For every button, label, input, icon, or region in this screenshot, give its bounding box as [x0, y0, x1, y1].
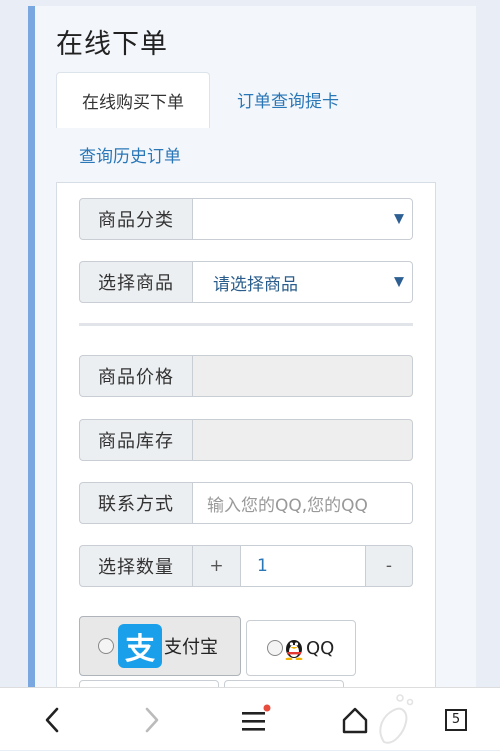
pay-qq-option[interactable]: QQ [246, 620, 356, 676]
category-row: 商品分类 ▼ [79, 198, 413, 240]
category-select[interactable]: ▼ [193, 198, 413, 240]
product-select[interactable]: 请选择商品 ▼ [193, 261, 413, 303]
quantity-row: 选择数量 + 1 - [79, 545, 413, 587]
dropdown-arrow-icon: ▼ [394, 274, 404, 290]
quantity-label: 选择数量 [79, 545, 193, 587]
home-button[interactable] [333, 688, 377, 751]
contact-row: 联系方式 输入您的QQ,您的QQ [79, 482, 413, 524]
forward-arrow-icon [145, 707, 159, 732]
product-row: 选择商品 请选择商品 ▼ [79, 261, 413, 303]
tabs-button[interactable]: 5 [436, 688, 476, 751]
contact-placeholder: 输入您的QQ,您的QQ [207, 495, 368, 516]
menu-button[interactable] [232, 688, 276, 751]
quantity-plus-button[interactable]: + [193, 545, 241, 587]
stock-row: 商品库存 [79, 419, 413, 461]
menu-icon [242, 704, 271, 731]
category-label: 商品分类 [79, 198, 193, 240]
back-button[interactable] [30, 688, 74, 751]
price-label: 商品价格 [79, 355, 193, 397]
home-icon [342, 707, 368, 733]
qq-penguin-icon [285, 640, 303, 660]
product-select-value: 请选择商品 [213, 274, 298, 295]
quantity-minus-button[interactable]: - [365, 545, 413, 587]
watermark-decor [372, 688, 432, 751]
dropdown-arrow-icon: ▼ [394, 211, 404, 227]
qq-label: QQ [306, 637, 335, 659]
alipay-radio[interactable] [98, 638, 114, 654]
footprint-watermark-icon [379, 693, 414, 744]
contact-label: 联系方式 [79, 482, 193, 524]
stock-label: 商品库存 [79, 419, 193, 461]
back-arrow-icon [45, 707, 59, 732]
forward-button[interactable] [130, 688, 174, 751]
page-title: 在线下单 [56, 29, 168, 60]
pay-alipay-option[interactable]: 支 支付宝 [79, 616, 241, 676]
tab-count-badge: 5 [445, 708, 467, 731]
product-label: 选择商品 [79, 261, 193, 303]
tab-buy-online[interactable]: 在线购买下单 [56, 72, 210, 128]
tab-order-history[interactable]: 查询历史订单 [79, 142, 181, 167]
alipay-logo-icon: 支 [118, 624, 162, 668]
contact-input[interactable]: 输入您的QQ,您的QQ [193, 482, 413, 524]
quantity-input[interactable]: 1 [241, 545, 365, 587]
form-divider [79, 323, 413, 326]
qq-radio[interactable] [267, 640, 283, 656]
price-row: 商品价格 [79, 355, 413, 397]
stock-field [193, 419, 413, 461]
browser-toolbar: 5 [0, 687, 500, 750]
tab-order-query[interactable]: 订单查询提卡 [237, 87, 339, 112]
alipay-label: 支付宝 [164, 637, 218, 658]
price-field [193, 355, 413, 397]
